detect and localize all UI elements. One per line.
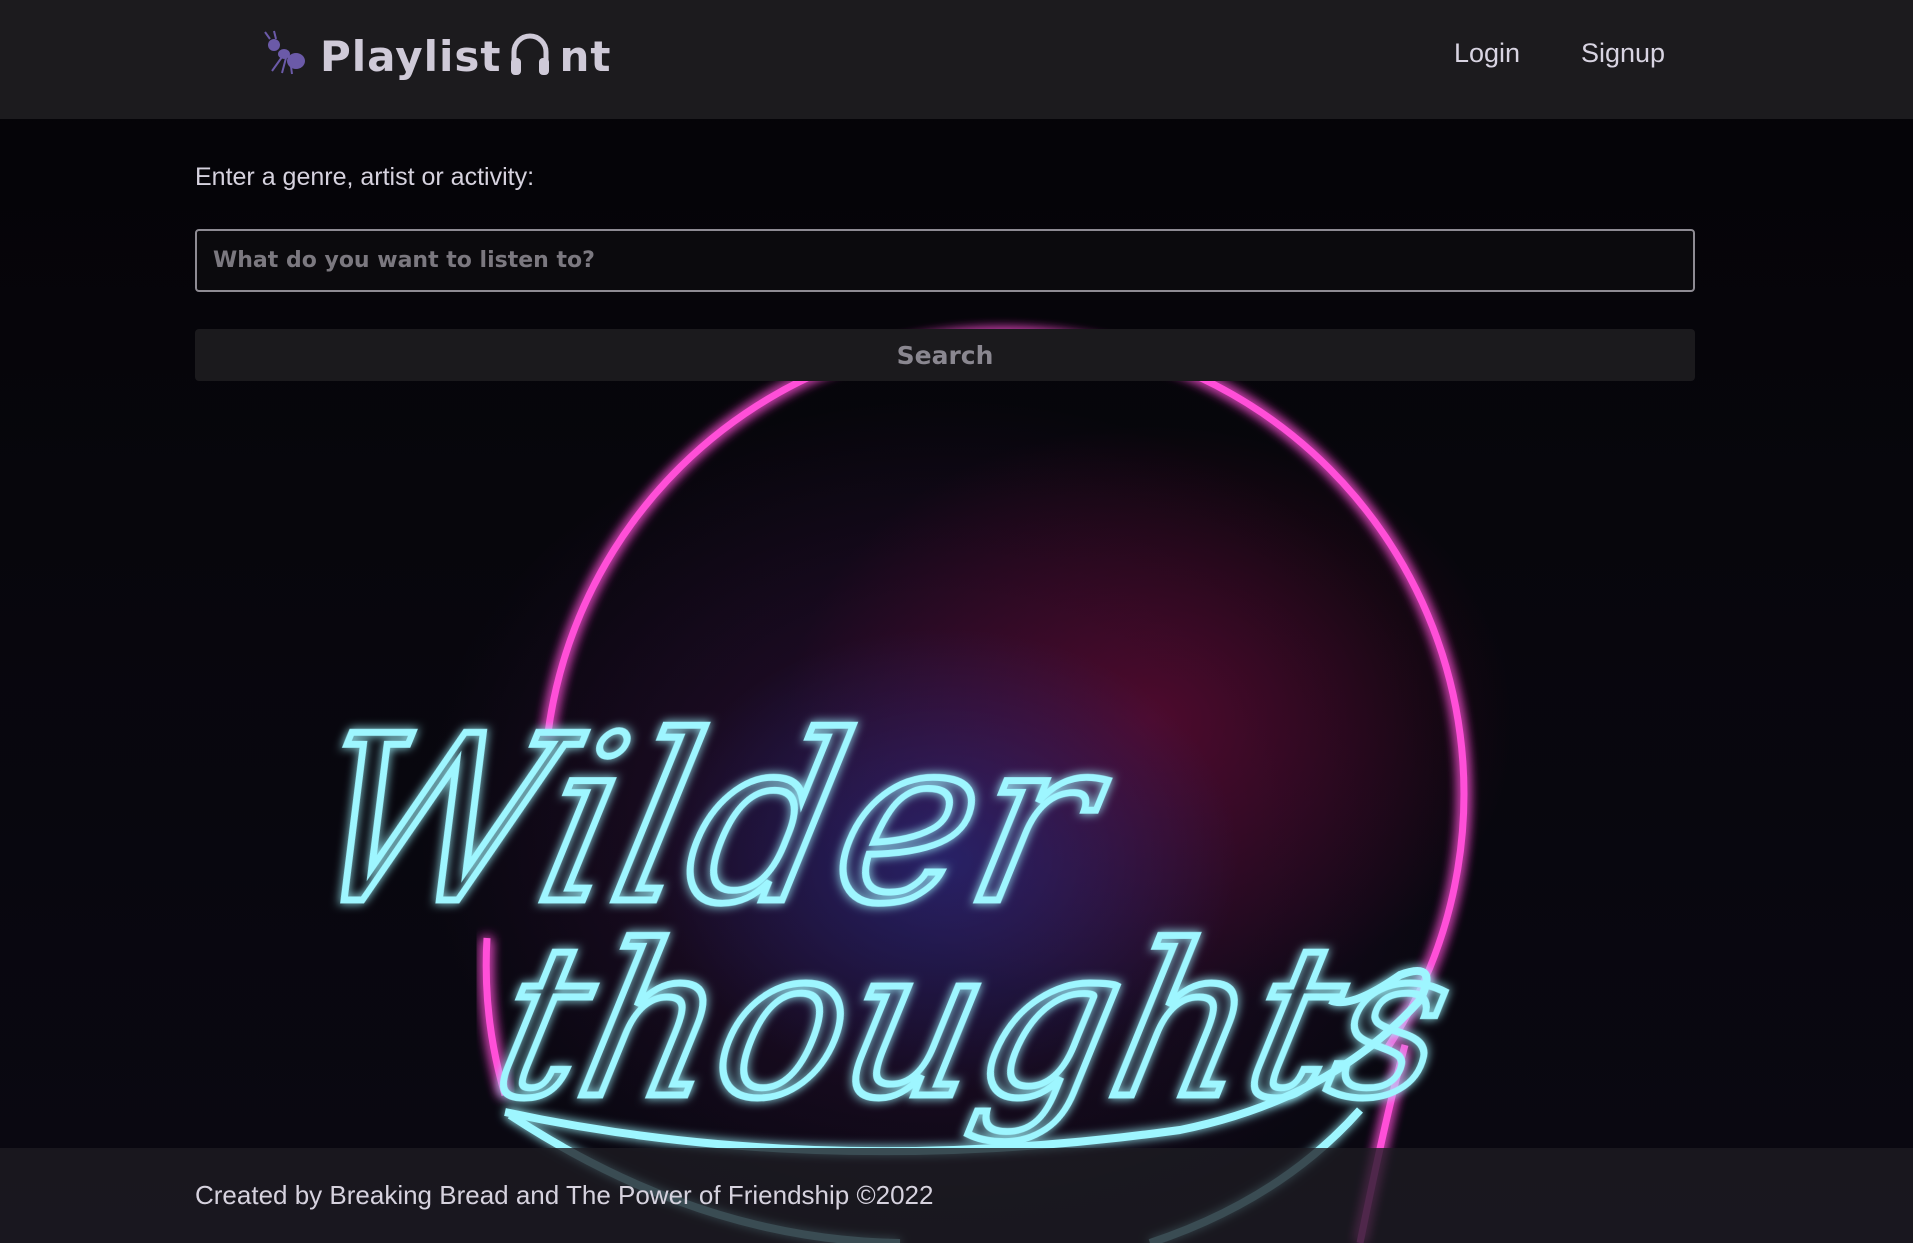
search-input[interactable] <box>195 229 1695 292</box>
ant-icon <box>262 29 312 83</box>
page: Wilder thoughts Playlist nt Login Signup… <box>0 0 1913 1243</box>
footer: Created by Breaking Bread and The Power … <box>0 1148 1913 1243</box>
signup-link[interactable]: Signup <box>1581 38 1665 69</box>
brand-logo[interactable]: Playlist nt <box>262 26 611 86</box>
neon-text-line2: thoughts <box>477 901 1472 1145</box>
headphones-icon <box>509 30 551 82</box>
search-button[interactable]: Search <box>195 329 1695 381</box>
search-label: Enter a genre, artist or activity: <box>195 163 535 191</box>
footer-credits: Created by Breaking Bread and The Power … <box>195 1180 934 1210</box>
login-link[interactable]: Login <box>1454 38 1520 69</box>
navbar: Playlist nt Login Signup <box>0 0 1913 119</box>
brand-name-prefix: Playlist <box>320 31 502 81</box>
brand-name-suffix: nt <box>559 31 612 81</box>
